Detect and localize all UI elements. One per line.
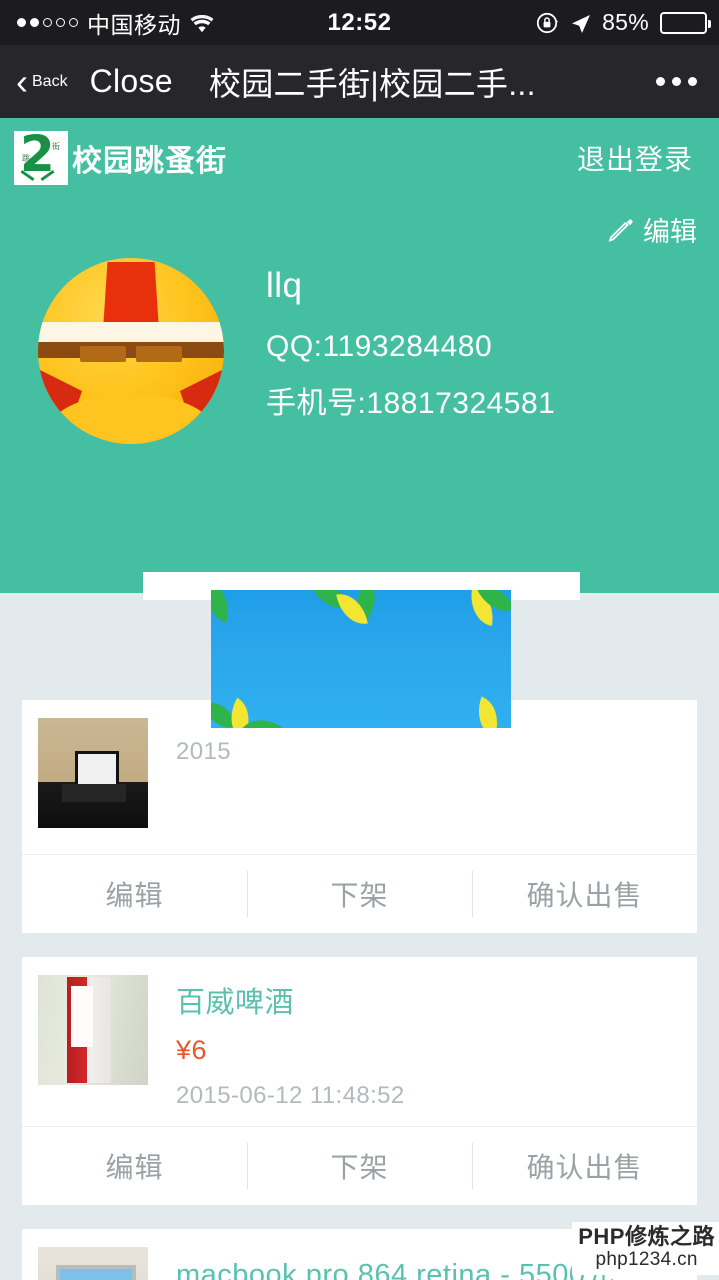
listing-date: 2015: [176, 738, 231, 765]
listing-list: 2015 编辑 下架 确认出售 百威啤酒 ¥6 2015-06-12 11:48…: [0, 700, 719, 1280]
listing-price: ¥6: [176, 1035, 208, 1065]
profile-username: llq: [266, 266, 303, 305]
listing-card[interactable]: 2015 编辑 下架 确认出售: [22, 700, 697, 933]
listing-card-body[interactable]: 百威啤酒 ¥6 2015-06-12 11:48:52: [22, 957, 697, 1126]
listing-card[interactable]: 百威啤酒 ¥6 2015-06-12 11:48:52 编辑 下架 确认出售: [22, 957, 697, 1205]
brand-logo[interactable]: 2 蚤 街 跳 校园跳蚤街: [14, 131, 227, 185]
macbook-pro-photo: [38, 1247, 148, 1280]
laptop-desk-photo: [38, 718, 148, 828]
watermark-line2: php1234.cn: [595, 1249, 698, 1271]
pencil-icon: [607, 216, 634, 243]
rotation-lock-icon: [535, 10, 560, 35]
brand-name: 校园跳蚤街: [72, 145, 227, 178]
battery-percent-label: 85%: [602, 9, 649, 35]
ironman-avatar-icon[interactable]: [38, 258, 224, 444]
battery-icon: [660, 11, 711, 34]
flea-market-logo-icon: 2 蚤 街 跳: [14, 131, 68, 185]
phone-screen: 中国移动 12:52 85% ‹ Back Close 校园二手街|校园二手..…: [0, 0, 719, 1280]
close-button[interactable]: Close: [90, 63, 173, 100]
chevron-left-icon: ‹: [16, 60, 28, 102]
more-dots-icon[interactable]: [656, 77, 697, 86]
listing-info: 百威啤酒 ¥6 2015-06-12 11:48:52: [176, 975, 677, 1110]
location-arrow-icon: [571, 13, 591, 33]
ios-status-bar: 中国移动 12:52 85%: [0, 0, 719, 45]
profile-qq: QQ:1193284480: [266, 330, 493, 363]
profile-phone: 手机号:18817324581: [266, 387, 556, 420]
delist-listing-button[interactable]: 下架: [247, 1127, 472, 1205]
watermark: PHP修炼之路 php1234.cn: [572, 1222, 719, 1276]
edit-listing-button[interactable]: 编辑: [22, 855, 247, 933]
delist-listing-button[interactable]: 下架: [247, 855, 472, 933]
budweiser-beer-photo: [38, 975, 148, 1085]
listing-actions: 编辑 下架 确认出售: [22, 1126, 697, 1205]
confirm-sale-button[interactable]: 确认出售: [472, 855, 697, 933]
edit-listing-button[interactable]: 编辑: [22, 1127, 247, 1205]
listing-info: 2015: [176, 718, 677, 838]
listing-actions: 编辑 下架 确认出售: [22, 854, 697, 933]
profile-info: llq QQ:1193284480 手机号:18817324581: [266, 266, 555, 436]
status-bar-right: 85%: [535, 9, 711, 36]
back-button-label: Back: [32, 72, 68, 90]
wechat-nav-bar: ‹ Back Close 校园二手街|校园二手...: [0, 45, 719, 118]
page-title: 校园二手街|校园二手...: [208, 65, 536, 102]
edit-profile-button[interactable]: 编辑: [607, 210, 697, 249]
edit-profile-label: 编辑: [643, 217, 697, 247]
watermark-line1: PHP修炼之路: [578, 1224, 715, 1249]
profile-panel: 编辑 llq QQ:1193284480 手机号:18817324581: [0, 198, 719, 593]
blue-sky-leaves-image: [211, 590, 511, 728]
listing-date: 2015-06-12 11:48:52: [176, 1082, 405, 1109]
logout-button[interactable]: 退出登录: [577, 138, 693, 178]
back-button[interactable]: ‹ Back: [0, 60, 68, 102]
confirm-sale-button[interactable]: 确认出售: [472, 1127, 697, 1205]
listing-title: 百威啤酒: [176, 987, 295, 1019]
site-header-bar: 2 蚤 街 跳 校园跳蚤街 退出登录: [0, 118, 719, 198]
